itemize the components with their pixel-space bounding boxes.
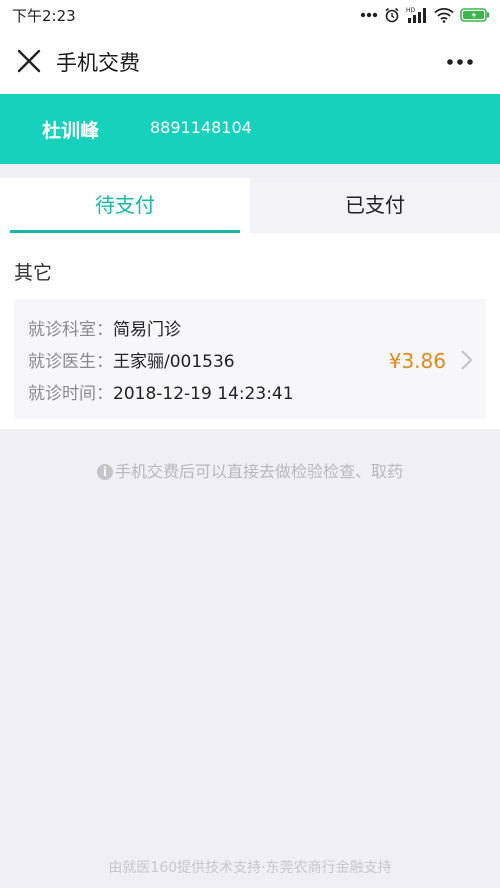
tab-paid-label: 已支付 — [345, 193, 405, 217]
alarm-icon — [385, 7, 399, 23]
svg-text:HD: HD — [406, 7, 416, 14]
section-title: 其它 — [14, 262, 53, 284]
department-row: 就诊科室：简易门诊 — [28, 315, 181, 340]
nav-bar: 手机交费 — [0, 30, 500, 94]
notice-text: 手机交费后可以直接去做检验检查、取药 — [114, 462, 403, 481]
notice: i 手机交费后可以直接去做检验检查、取药 — [0, 458, 500, 482]
tab-paid[interactable]: 已支付 — [250, 178, 500, 233]
doctor-row: 就诊医生：王家骊/001536 — [28, 347, 235, 372]
bill-amount: ¥3.86 — [388, 349, 446, 373]
close-button[interactable] — [14, 46, 44, 76]
hd-signal-icon: HD — [406, 7, 426, 23]
status-icons: HD — [360, 5, 490, 25]
department-label: 就诊科室： — [28, 320, 113, 340]
tab-pending[interactable]: 待支付 — [0, 178, 250, 233]
patient-name: 杜训峰 — [42, 120, 100, 142]
bill-card[interactable]: 就诊科室：简易门诊 就诊医生：王家骊/001536 就诊时间：2018-12-1… — [14, 299, 486, 419]
battery-icon — [460, 8, 489, 22]
status-bar: 下午2:23 HD — [0, 0, 500, 30]
time-row: 就诊时间：2018-12-19 14:23:41 — [28, 379, 294, 404]
doctor-label: 就诊医生： — [28, 352, 113, 372]
close-icon — [17, 49, 41, 73]
tab-pending-label: 待支付 — [95, 193, 155, 217]
patient-id: 8891148104 — [150, 118, 252, 137]
department-value: 简易门诊 — [113, 320, 181, 340]
info-icon: i — [96, 464, 113, 480]
payment-tabs: 待支付 已支付 — [0, 178, 500, 233]
more-icon — [447, 59, 473, 65]
status-time: 下午2:23 — [12, 7, 76, 25]
time-value: 2018-12-19 14:23:41 — [113, 384, 294, 404]
patient-bar[interactable]: 杜训峰 8891148104 — [0, 94, 500, 164]
doctor-value: 王家骊/001536 — [113, 352, 235, 372]
page-title: 手机交费 — [56, 51, 140, 75]
footer-text: 由就医160提供技术支持·东莞农商行金融支持 — [108, 860, 392, 876]
time-label: 就诊时间： — [28, 384, 113, 404]
chevron-right-icon — [461, 350, 473, 370]
more-button[interactable] — [444, 48, 476, 76]
dots-icon — [360, 12, 378, 18]
bill-section: 其它 就诊科室：简易门诊 就诊医生：王家骊/001536 就诊时间：2018-1… — [0, 233, 500, 429]
wifi-icon — [434, 8, 454, 23]
